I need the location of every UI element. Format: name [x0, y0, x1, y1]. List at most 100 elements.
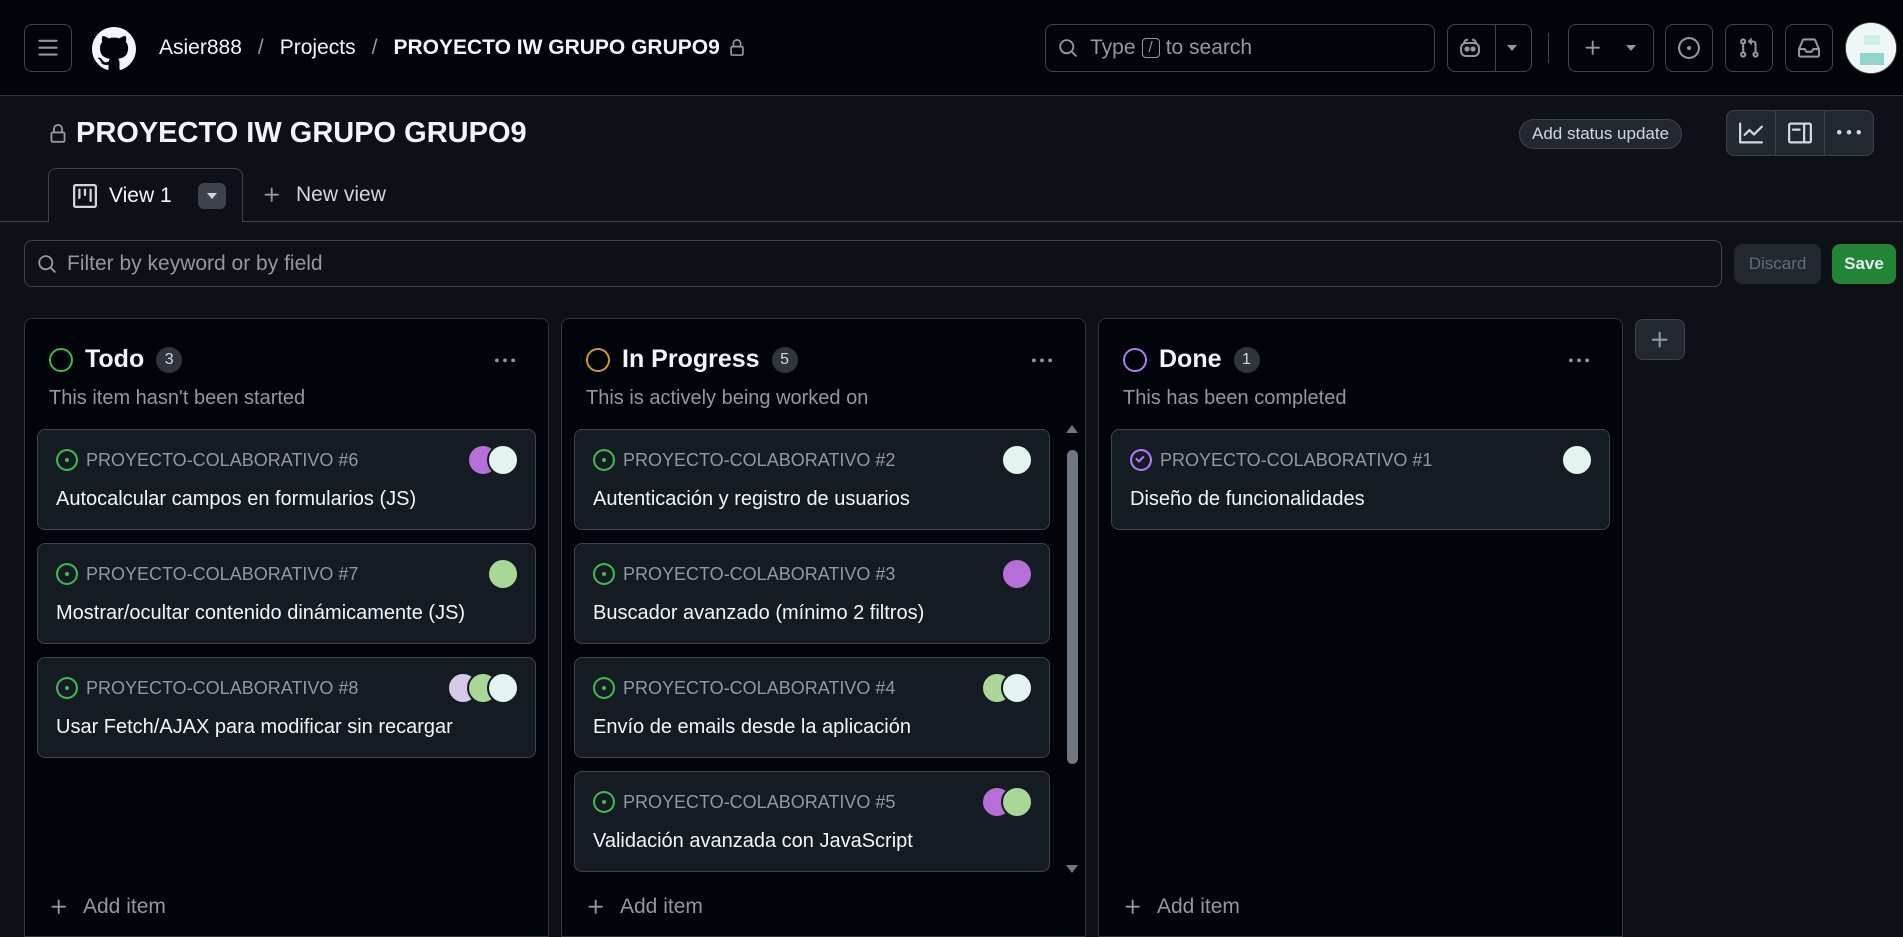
- search-icon: [1059, 39, 1077, 57]
- card-reference[interactable]: PROYECTO-COLABORATIVO #7: [86, 564, 358, 585]
- avatar[interactable]: [487, 558, 519, 590]
- pull-requests-button[interactable]: [1725, 24, 1773, 72]
- issue-opened-icon: [56, 449, 78, 471]
- card-title[interactable]: Validación avanzada con JavaScript: [593, 830, 913, 853]
- issue-card[interactable]: PROYECTO-COLABORATIVO #7 Mostrar/ocultar…: [37, 543, 536, 644]
- column-scrollbar[interactable]: [1061, 424, 1083, 874]
- avatar[interactable]: [487, 444, 519, 476]
- card-title[interactable]: Usar Fetch/AJAX para modificar sin recar…: [56, 716, 453, 739]
- menu-button[interactable]: [24, 24, 72, 72]
- column-description: This is actively being worked on: [586, 387, 869, 409]
- side-panel-button[interactable]: [1776, 111, 1825, 155]
- breadcrumb: Asier888 / Projects / PROYECTO IW GRUPO …: [159, 36, 746, 60]
- column-menu-button[interactable]: [1566, 351, 1592, 371]
- issue-card[interactable]: PROYECTO-COLABORATIVO #5 Validación avan…: [574, 771, 1050, 872]
- card-meta: PROYECTO-COLABORATIVO #6: [56, 449, 358, 471]
- card-meta: PROYECTO-COLABORATIVO #3: [593, 563, 895, 585]
- avatar[interactable]: [487, 672, 519, 704]
- card-title[interactable]: Autenticación y registro de usuarios: [593, 488, 910, 511]
- scroll-up-arrow-icon[interactable]: [1065, 424, 1079, 434]
- issues-button[interactable]: [1665, 24, 1713, 72]
- breadcrumb-project[interactable]: PROYECTO IW GRUPO GRUPO9: [393, 36, 719, 60]
- new-view-button[interactable]: New view: [262, 183, 386, 207]
- create-new-button[interactable]: [1568, 24, 1654, 72]
- issue-card[interactable]: PROYECTO-COLABORATIVO #3 Buscador avanza…: [574, 543, 1050, 644]
- add-item-button[interactable]: Add item: [1123, 895, 1240, 919]
- kebab-horizontal-icon: [495, 358, 515, 363]
- filter-input[interactable]: Filter by keyword or by field: [24, 240, 1722, 287]
- project-toolbar: [1726, 110, 1874, 156]
- issue-closed-icon: [1130, 449, 1152, 471]
- card-meta: PROYECTO-COLABORATIVO #4: [593, 677, 895, 699]
- issue-card[interactable]: PROYECTO-COLABORATIVO #4 Envío de emails…: [574, 657, 1050, 758]
- column-menu-button[interactable]: [1029, 351, 1055, 371]
- insights-button[interactable]: [1727, 111, 1776, 155]
- card-title[interactable]: Diseño de funcionalidades: [1130, 488, 1365, 511]
- copilot-button[interactable]: [1447, 24, 1532, 72]
- add-item-label: Add item: [620, 895, 703, 918]
- kebab-horizontal-icon: [1032, 358, 1052, 363]
- avatar[interactable]: [1561, 444, 1593, 476]
- avatar[interactable]: [1001, 444, 1033, 476]
- add-status-update-button[interactable]: Add status update: [1519, 119, 1683, 149]
- card-reference[interactable]: PROYECTO-COLABORATIVO #5: [623, 792, 895, 813]
- assignees: [447, 672, 519, 704]
- avatar[interactable]: [1001, 672, 1033, 704]
- column-done: Done 1 This has been completed PROYECTO-…: [1098, 318, 1623, 937]
- card-reference[interactable]: PROYECTO-COLABORATIVO #4: [623, 678, 895, 699]
- card-title[interactable]: Autocalcular campos en formularios (JS): [56, 488, 416, 511]
- column-description: This has been completed: [1123, 387, 1347, 409]
- card-reference[interactable]: PROYECTO-COLABORATIVO #8: [86, 678, 358, 699]
- add-item-button[interactable]: Add item: [49, 895, 166, 919]
- global-search-input[interactable]: Type / to search: [1045, 24, 1435, 72]
- breadcrumb-owner[interactable]: Asier888: [159, 36, 242, 60]
- card-title[interactable]: Envío de emails desde la aplicación: [593, 716, 911, 739]
- add-column-button[interactable]: [1635, 319, 1685, 360]
- column-title: Todo: [85, 345, 145, 373]
- kebab-horizontal-icon: [1837, 130, 1861, 135]
- filter-placeholder: Filter by keyword or by field: [67, 251, 323, 275]
- card-reference[interactable]: PROYECTO-COLABORATIVO #1: [1160, 450, 1432, 471]
- view-options-button[interactable]: [197, 182, 226, 209]
- discard-button[interactable]: Discard: [1734, 244, 1821, 284]
- assignees: [981, 672, 1033, 704]
- issue-card[interactable]: PROYECTO-COLABORATIVO #1 Diseño de funci…: [1111, 429, 1610, 530]
- scroll-down-arrow-icon[interactable]: [1065, 864, 1079, 874]
- more-options-button[interactable]: [1825, 111, 1873, 155]
- column-in-progress: In Progress 5 This is actively being wor…: [561, 318, 1086, 937]
- card-meta: PROYECTO-COLABORATIVO #5: [593, 791, 895, 813]
- add-item-button[interactable]: Add item: [586, 895, 703, 919]
- breadcrumb-separator: /: [257, 36, 264, 59]
- chevron-down-icon: [1625, 43, 1637, 53]
- card-reference[interactable]: PROYECTO-COLABORATIVO #3: [623, 564, 895, 585]
- breadcrumb-projects[interactable]: Projects: [280, 36, 356, 60]
- plus-icon: [1123, 897, 1143, 917]
- issue-card[interactable]: PROYECTO-COLABORATIVO #6 Autocalcular ca…: [37, 429, 536, 530]
- button-divider: [1495, 25, 1496, 71]
- issue-card[interactable]: PROYECTO-COLABORATIVO #8 Usar Fetch/AJAX…: [37, 657, 536, 758]
- card-title[interactable]: Mostrar/ocultar contenido dinámicamente …: [56, 602, 465, 625]
- github-logo-icon[interactable]: [92, 27, 136, 71]
- inbox-button[interactable]: [1785, 24, 1833, 72]
- card-title[interactable]: Buscador avanzado (mínimo 2 filtros): [593, 602, 924, 625]
- issue-opened-icon: [56, 677, 78, 699]
- issue-card[interactable]: PROYECTO-COLABORATIVO #2 Autenticación y…: [574, 429, 1050, 530]
- column-title: Done: [1159, 345, 1222, 373]
- chevron-down-icon[interactable]: [1506, 43, 1518, 53]
- project-title-text: PROYECTO IW GRUPO GRUPO9: [76, 117, 527, 149]
- card-reference[interactable]: PROYECTO-COLABORATIVO #2: [623, 450, 895, 471]
- avatar[interactable]: [1001, 786, 1033, 818]
- card-reference[interactable]: PROYECTO-COLABORATIVO #6: [86, 450, 358, 471]
- search-icon: [38, 254, 56, 273]
- tab-view-1[interactable]: View 1: [48, 168, 243, 222]
- search-shortcut-key: /: [1141, 38, 1160, 58]
- column-menu-button[interactable]: [492, 351, 518, 371]
- avatar[interactable]: [1001, 558, 1033, 590]
- save-button[interactable]: Save: [1832, 244, 1896, 284]
- scrollbar-thumb[interactable]: [1067, 450, 1078, 764]
- user-avatar[interactable]: [1845, 22, 1897, 74]
- plus-icon: [586, 897, 606, 917]
- card-meta: PROYECTO-COLABORATIVO #2: [593, 449, 895, 471]
- status-circle-icon: [1123, 347, 1147, 372]
- sidebar-icon: [1788, 122, 1812, 144]
